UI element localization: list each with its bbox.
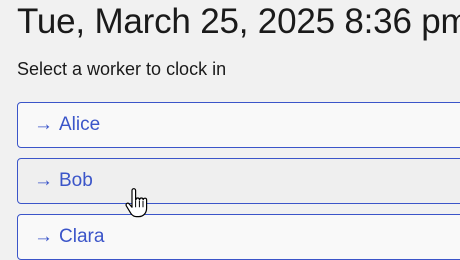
worker-button-bob[interactable]: → Bob (17, 158, 460, 204)
current-datetime: Tue, March 25, 2025 8:36 pm (17, 2, 460, 41)
worker-button-clara[interactable]: → Clara (17, 214, 460, 260)
arrow-right-icon: → (34, 226, 53, 247)
worker-list: → Alice → Bob → Clara (17, 102, 460, 260)
clock-in-page: Tue, March 25, 2025 8:36 pm Select a wor… (0, 0, 460, 260)
worker-name: Bob (59, 170, 93, 191)
worker-name: Alice (59, 114, 101, 135)
worker-name: Clara (59, 226, 105, 247)
arrow-right-icon: → (34, 170, 53, 191)
clock-in-prompt: Select a worker to clock in (17, 59, 227, 79)
arrow-right-icon: → (34, 114, 53, 135)
worker-button-alice[interactable]: → Alice (17, 102, 460, 148)
